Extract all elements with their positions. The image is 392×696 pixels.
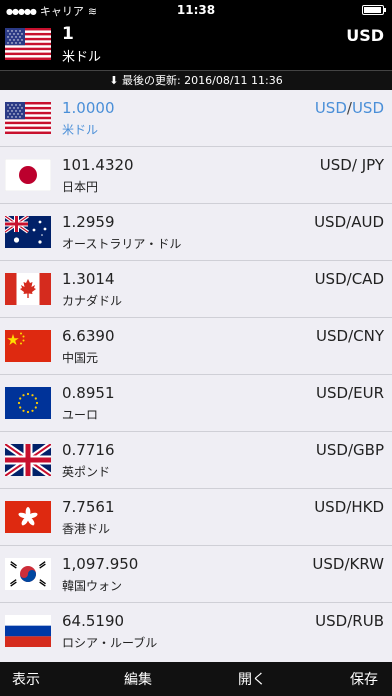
pair-quote: CAD	[351, 270, 384, 288]
pair-quote: KRW	[349, 555, 384, 573]
cn-flag-icon	[5, 330, 51, 362]
rate-value: 1.3014	[62, 270, 115, 288]
currency-name: ユーロ	[62, 408, 99, 422]
open-button[interactable]: 開く	[238, 662, 266, 696]
currency-name: 日本円	[62, 180, 99, 194]
pair-base: USD	[314, 498, 347, 516]
rate-row-cny[interactable]: 6.6390 中国元 USD/CNY	[0, 318, 392, 375]
au-flag-icon	[5, 216, 51, 248]
currency-name: 米ドル	[62, 123, 99, 137]
hk-flag-icon	[5, 501, 51, 533]
us-flag-icon	[5, 102, 51, 134]
rate-row-rub[interactable]: 64.5190 ロシア・ルーブル USD/RUB	[0, 603, 392, 660]
base-currency-code: USD	[346, 26, 384, 45]
rate-value: 0.7716	[62, 441, 115, 459]
currency-pair: USD/KRW	[312, 555, 384, 573]
currency-pair: USD/AUD	[314, 213, 384, 231]
gb-flag-icon	[5, 444, 51, 476]
pair-base: USD	[314, 213, 347, 231]
rate-row-usd[interactable]: 1.0000 米ドル USD/USD	[0, 90, 392, 147]
pair-base: USD	[316, 327, 349, 345]
rate-value: 7.7561	[62, 498, 115, 516]
base-currency-header[interactable]: 1 米ドル USD	[0, 20, 392, 70]
currency-name: 香港ドル	[62, 522, 111, 536]
currency-pair: USD/RUB	[315, 612, 384, 630]
rate-row-gbp[interactable]: 0.7716 英ポンド USD/GBP	[0, 432, 392, 489]
save-button[interactable]: 保存	[350, 662, 378, 696]
us-flag-icon	[5, 28, 51, 60]
last-updated-banner: ⬇ 最後の更新: 2016/08/11 11:36	[0, 70, 392, 90]
rates-list: 1.0000 米ドル USD/USD 101.4320 日本円 USD/ JPY…	[0, 90, 392, 662]
pair-base: USD	[319, 156, 352, 174]
currency-pair: USD/ JPY	[320, 156, 384, 174]
pair-base: USD	[314, 99, 347, 117]
currency-name: 韓国ウォン	[62, 579, 123, 593]
rate-row-cad[interactable]: 1.3014 カナダドル USD/CAD	[0, 261, 392, 318]
currency-name: カナダドル	[62, 294, 123, 308]
ca-flag-icon	[5, 273, 51, 305]
currency-pair: USD/GBP	[316, 441, 384, 459]
currency-name: オーストラリア・ドル	[62, 237, 182, 251]
currency-pair: USD/CNY	[316, 327, 384, 345]
pair-quote: CNY	[353, 327, 384, 345]
pair-quote: JPY	[361, 156, 384, 174]
rate-value: 6.6390	[62, 327, 115, 345]
rate-value: 64.5190	[62, 612, 125, 630]
rate-row-krw[interactable]: 1,097.950 韓国ウォン USD/KRW	[0, 546, 392, 603]
battery-icon	[362, 5, 386, 15]
eu-flag-icon	[5, 387, 51, 419]
ru-flag-icon	[5, 615, 51, 647]
pair-quote: HKD	[351, 498, 384, 516]
kr-flag-icon	[5, 558, 51, 590]
pair-base: USD	[315, 384, 349, 402]
pair-quote: EUR	[353, 384, 384, 402]
pair-quote: AUD	[351, 213, 384, 231]
rate-value: 1.2959	[62, 213, 115, 231]
currency-name: 英ポンド	[62, 465, 111, 479]
status-bar: ●●●●● キャリア ≋ 11:38	[0, 0, 392, 20]
rate-value: 1.0000	[62, 99, 115, 117]
jp-flag-icon	[5, 159, 51, 191]
pair-quote: GBP	[353, 441, 384, 459]
edit-button[interactable]: 編集	[124, 662, 152, 696]
pair-base: USD	[315, 612, 348, 630]
currency-pair: USD/USD	[315, 99, 384, 117]
pair-base: USD	[312, 555, 345, 573]
rate-row-eur[interactable]: 0.8951 ユーロ USD/EUR	[0, 375, 392, 432]
rate-row-aud[interactable]: 1.2959 オーストラリア・ドル USD/AUD	[0, 204, 392, 261]
rate-value: 1,097.950	[62, 555, 139, 573]
rate-row-hkd[interactable]: 7.7561 香港ドル USD/HKD	[0, 489, 392, 546]
pair-quote: USD	[351, 99, 384, 117]
rate-row-jpy[interactable]: 101.4320 日本円 USD/ JPY	[0, 147, 392, 204]
currency-pair: USD/HKD	[314, 498, 384, 516]
currency-pair: USD/EUR	[316, 384, 384, 402]
pair-base: USD	[315, 441, 348, 459]
pair-separator: /	[351, 156, 362, 174]
pair-quote: RUB	[352, 612, 384, 630]
status-time: 11:38	[176, 3, 216, 17]
bottom-toolbar: 表示 編集 開く 保存	[0, 662, 392, 696]
display-button[interactable]: 表示	[12, 662, 40, 696]
currency-name: ロシア・ルーブル	[62, 636, 158, 650]
base-currency-name: 米ドル	[62, 50, 102, 65]
pair-base: USD	[314, 270, 347, 288]
rate-value: 0.8951	[62, 384, 115, 402]
currency-pair: USD/CAD	[315, 270, 384, 288]
base-amount[interactable]: 1	[62, 24, 74, 44]
currency-name: 中国元	[62, 351, 99, 365]
rate-value: 101.4320	[62, 156, 134, 174]
